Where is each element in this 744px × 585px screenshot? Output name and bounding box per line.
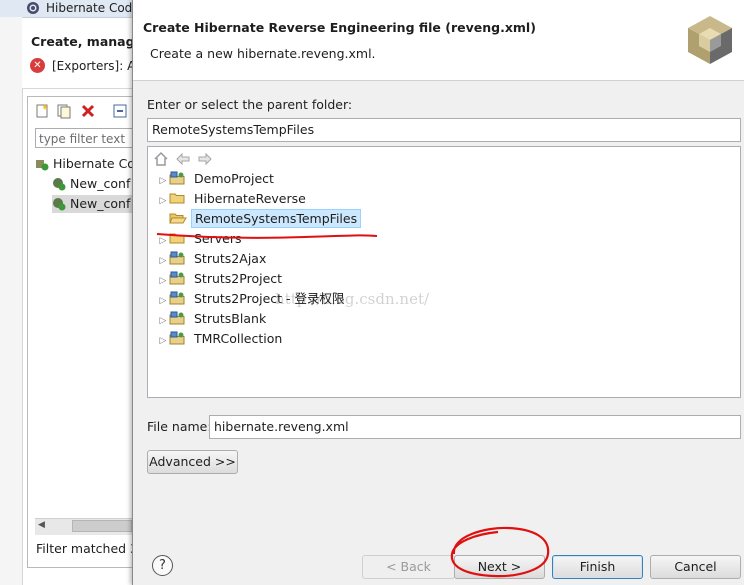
tree-item-label: DemoProject bbox=[194, 171, 274, 186]
tree-item-label: New_conf bbox=[70, 176, 131, 191]
scroll-left-arrow-icon[interactable]: ◀ bbox=[38, 520, 45, 530]
finish-button[interactable]: Finish bbox=[552, 555, 643, 579]
dialog-header-banner bbox=[133, 0, 744, 81]
tree-item-label: TMRCollection bbox=[194, 331, 283, 346]
background-error-text: [Exporters]: A bbox=[52, 59, 136, 73]
tree-item-strutsblank[interactable]: ▷ StrutsBlank bbox=[157, 309, 269, 329]
hibernate-config-icon bbox=[36, 160, 49, 171]
dialog-subtitle: Create a new hibernate.reveng.xml. bbox=[150, 46, 376, 61]
red-annotation-circle bbox=[450, 526, 550, 578]
tree-item-hibernate-config[interactable]: Hibernate Co bbox=[35, 155, 135, 173]
launch-config-icon bbox=[53, 178, 66, 191]
background-heading: Create, manage, bbox=[31, 34, 148, 49]
tree-item-tmrcollection[interactable]: ▷ TMRCollection bbox=[157, 329, 285, 349]
java-project-icon bbox=[169, 291, 185, 305]
parent-folder-label: Enter or select the parent folder: bbox=[147, 97, 353, 112]
red-annotation-underline bbox=[156, 233, 378, 239]
filter-status-text: Filter matched 3 bbox=[36, 541, 139, 556]
scrollbar-thumb[interactable] bbox=[72, 520, 132, 532]
tree-item-demoproject[interactable]: ▷ DemoProject bbox=[157, 169, 277, 189]
dialog-title: Create Hibernate Reverse Engineering fil… bbox=[143, 20, 536, 35]
duplicate-config-icon[interactable] bbox=[56, 103, 72, 119]
java-project-icon bbox=[169, 311, 185, 325]
java-project-icon bbox=[169, 171, 185, 185]
expand-arrow-icon[interactable]: ▷ bbox=[157, 191, 169, 211]
tree-item-label: New_conf bbox=[70, 196, 131, 211]
eclipse-gear-icon bbox=[27, 2, 39, 14]
tree-item-label: Struts2Ajax bbox=[194, 251, 267, 266]
help-icon[interactable]: ? bbox=[152, 555, 173, 576]
error-icon: ✕ bbox=[30, 58, 45, 73]
file-name-label: File name: bbox=[147, 419, 212, 434]
advanced-button[interactable]: Advanced >> bbox=[147, 450, 238, 474]
expand-arrow-icon[interactable]: ▷ bbox=[157, 171, 169, 191]
tree-item-hibernatereverse[interactable]: ▷ HibernateReverse bbox=[157, 189, 309, 209]
expand-arrow-icon[interactable]: ▷ bbox=[157, 311, 169, 331]
cancel-button[interactable]: Cancel bbox=[650, 555, 741, 579]
background-header bbox=[22, 18, 132, 89]
file-name-input[interactable]: hibernate.reveng.xml bbox=[209, 415, 741, 439]
filter-input[interactable]: type filter text bbox=[35, 128, 135, 148]
folder-icon bbox=[169, 193, 185, 204]
parent-folder-input[interactable]: RemoteSystemsTempFiles bbox=[147, 118, 741, 142]
back-arrow-icon[interactable] bbox=[175, 151, 191, 167]
tree-item-label: HibernateReverse bbox=[194, 191, 306, 206]
watermark-text: http://blog.csdn.net/ bbox=[275, 290, 430, 308]
collapse-all-icon[interactable] bbox=[112, 103, 128, 119]
tree-item-label: Struts2Project bbox=[194, 271, 283, 286]
tree-item-label: Hibernate Co bbox=[53, 156, 135, 171]
tree-item-new-config-2[interactable]: New_conf bbox=[52, 195, 132, 213]
back-button[interactable]: < Back bbox=[362, 555, 455, 579]
tree-item-struts2project[interactable]: ▷ Struts2Project bbox=[157, 269, 285, 289]
expand-arrow-icon[interactable]: ▷ bbox=[157, 331, 169, 351]
home-icon[interactable] bbox=[153, 151, 169, 167]
delete-config-icon[interactable] bbox=[80, 103, 96, 119]
tree-item-label: StrutsBlank bbox=[194, 311, 267, 326]
java-project-icon bbox=[169, 251, 185, 265]
new-config-icon[interactable] bbox=[34, 103, 50, 119]
expand-arrow-icon[interactable]: ▷ bbox=[157, 251, 169, 271]
launch-config-icon bbox=[53, 198, 66, 211]
folder-open-icon bbox=[169, 213, 187, 224]
background-window-title: Hibernate Cod bbox=[46, 1, 133, 15]
tree-item-new-config-1[interactable]: New_conf bbox=[52, 175, 130, 193]
background-left-strip bbox=[0, 17, 23, 585]
java-project-icon bbox=[169, 271, 185, 285]
forward-arrow-icon[interactable] bbox=[197, 151, 213, 167]
expand-arrow-icon[interactable]: ▷ bbox=[157, 271, 169, 291]
tree-item-struts2ajax[interactable]: ▷ Struts2Ajax bbox=[157, 249, 269, 269]
expand-arrow-icon[interactable]: ▷ bbox=[157, 291, 169, 311]
java-project-icon bbox=[169, 331, 185, 345]
hibernate-logo-icon bbox=[688, 16, 732, 64]
